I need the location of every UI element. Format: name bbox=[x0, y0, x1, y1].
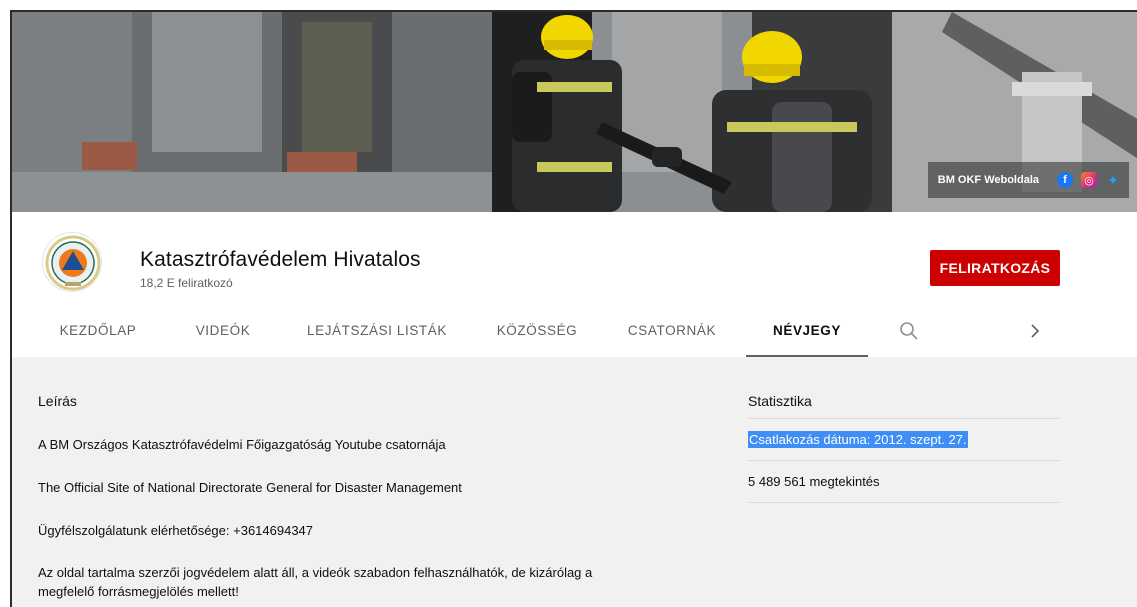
about-content: Leírás A BM Országos Katasztrófavédelmi … bbox=[12, 357, 1137, 607]
emblem-icon bbox=[45, 235, 101, 291]
stats-panel: Statisztika Csatlakozás dátuma: 2012. sz… bbox=[748, 393, 1060, 503]
stats-heading: Statisztika bbox=[748, 393, 1060, 419]
subscriber-count: 18,2 E feliratkozó bbox=[140, 276, 233, 290]
tab-playlists[interactable]: LEJÁTSZÁSI LISTÁK bbox=[302, 312, 452, 357]
search-icon[interactable] bbox=[898, 320, 920, 342]
stat-joined: Csatlakozás dátuma: 2012. szept. 27. bbox=[748, 419, 1060, 461]
description-heading: Leírás bbox=[38, 393, 77, 409]
description-line: Az oldal tartalma szerzői jogvédelem ala… bbox=[38, 565, 593, 580]
tab-videos[interactable]: VIDEÓK bbox=[187, 312, 259, 357]
stat-views: 5 489 561 megtekintés bbox=[748, 461, 1060, 503]
channel-page: BM OKF Weboldala f ◎ ✦ Katasztrófavédele… bbox=[10, 10, 1137, 607]
subscribe-button[interactable]: FELIRATKOZÁS bbox=[930, 250, 1060, 286]
joined-date: Csatlakozás dátuma: 2012. szept. 27. bbox=[748, 431, 968, 448]
description-line: Ügyfélszolgálatunk elérhetősége: +361469… bbox=[38, 523, 314, 538]
website-link[interactable]: BM OKF Weboldala bbox=[938, 174, 1039, 186]
channel-tabs: KEZDŐLAP VIDEÓK LEJÁTSZÁSI LISTÁK KÖZÖSS… bbox=[12, 312, 1137, 357]
tab-community[interactable]: KÖZÖSSÉG bbox=[492, 312, 582, 357]
description-line: megfelelő forrásmegjelölés mellett! bbox=[38, 584, 239, 599]
channel-header: Katasztrófavédelem Hivatalos 18,2 E feli… bbox=[12, 212, 1137, 357]
view-count: 5 489 561 megtekintés bbox=[748, 474, 880, 489]
description-line: The Official Site of National Directorat… bbox=[38, 480, 462, 495]
chevron-right-icon[interactable] bbox=[1024, 320, 1046, 342]
instagram-icon[interactable]: ◎ bbox=[1081, 172, 1097, 188]
facebook-icon[interactable]: f bbox=[1057, 172, 1073, 188]
channel-title: Katasztrófavédelem Hivatalos bbox=[140, 248, 421, 271]
tab-about[interactable]: NÉVJEGY bbox=[746, 312, 868, 357]
banner-links: BM OKF Weboldala f ◎ ✦ bbox=[927, 162, 1129, 198]
tab-channels[interactable]: CSATORNÁK bbox=[624, 312, 720, 357]
channel-avatar[interactable] bbox=[42, 232, 102, 292]
description-line: A BM Országos Katasztrófavédelmi Főigazg… bbox=[38, 437, 446, 452]
channel-banner: BM OKF Weboldala f ◎ ✦ bbox=[12, 12, 1137, 212]
twitter-icon[interactable]: ✦ bbox=[1105, 172, 1121, 188]
tab-home[interactable]: KEZDŐLAP bbox=[48, 312, 148, 357]
